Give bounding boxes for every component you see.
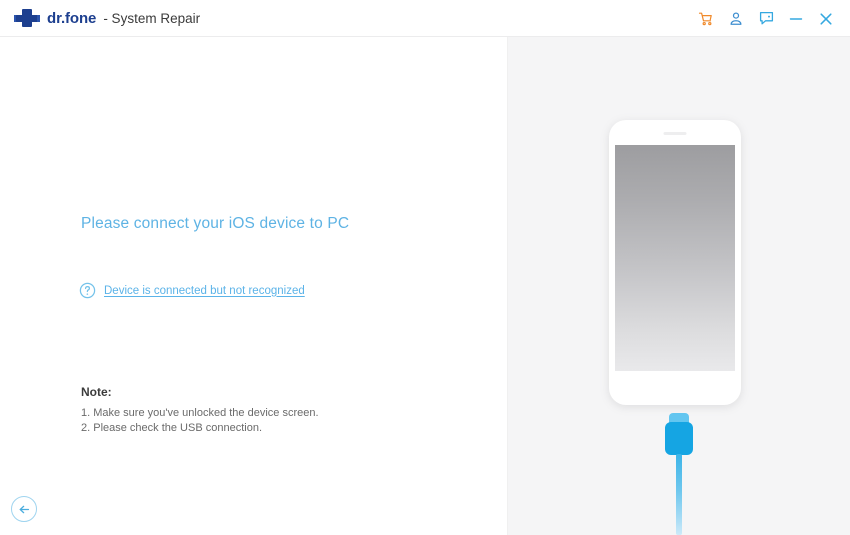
drfone-cross-logo-icon (14, 9, 40, 27)
arrow-left-icon (19, 505, 29, 513)
brand-name: dr.fone (47, 9, 97, 27)
question-circle-icon (79, 282, 96, 299)
feedback-icon[interactable] (752, 5, 780, 33)
minimize-icon-svg (789, 17, 803, 20)
cable-connector (665, 422, 693, 455)
back-button[interactable] (11, 496, 37, 522)
headline-text: Please connect your iOS device to PC (81, 215, 350, 232)
app-window: dr.fone - System Repair Please connect y… (0, 0, 850, 535)
note-item: 2. Please check the USB connection. (81, 422, 262, 434)
device-not-recognized-link[interactable]: Device is connected but not recognized (79, 282, 305, 299)
phone-speaker-icon (663, 132, 687, 135)
cart-icon[interactable] (692, 5, 720, 33)
note-block: Note: 1. Make sure you've unlocked the d… (81, 385, 319, 436)
usb-lightning-cable (661, 413, 697, 535)
brand-logo-group: dr.fone - System Repair (14, 0, 200, 36)
help-link-text: Device is connected but not recognized (104, 284, 305, 297)
account-icon[interactable] (722, 5, 750, 33)
device-illustration-pane (508, 37, 850, 535)
cart-icon-svg (698, 12, 712, 25)
content-area: Please connect your iOS device to PC Dev… (0, 37, 850, 535)
account-icon-svg (730, 11, 742, 25)
phone-screen (615, 145, 735, 371)
instructions-pane: Please connect your iOS device to PC Dev… (0, 37, 508, 535)
note-title: Note: (81, 385, 112, 399)
titlebar: dr.fone - System Repair (0, 0, 850, 37)
minimize-icon[interactable] (782, 5, 810, 33)
cable-wire (676, 454, 682, 535)
titlebar-actions (692, 0, 840, 37)
page-title: - System Repair (103, 10, 201, 26)
feedback-icon-svg (759, 11, 773, 25)
close-icon-svg (820, 12, 832, 25)
ios-phone-illustration (609, 120, 741, 405)
close-icon[interactable] (812, 5, 840, 33)
note-item: 1. Make sure you've unlocked the device … (81, 407, 319, 419)
